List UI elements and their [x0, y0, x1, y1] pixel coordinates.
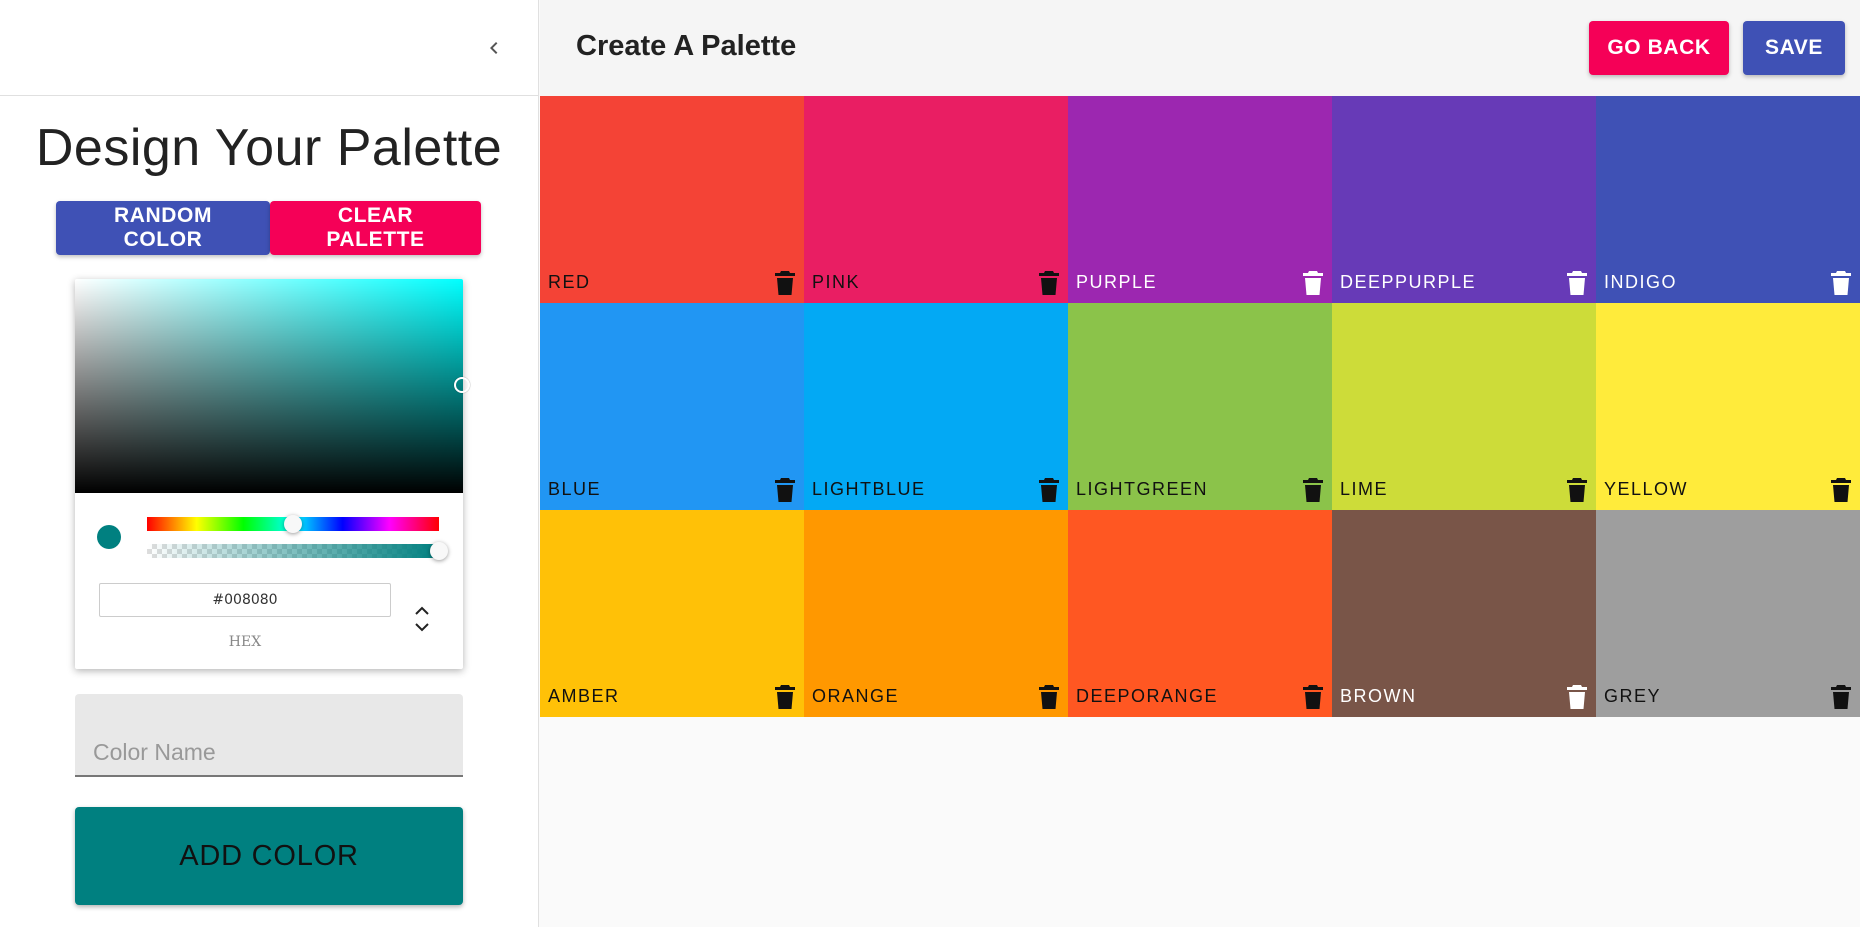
unfold-icon [415, 606, 429, 632]
clear-palette-button[interactable]: CLEAR PALETTE [270, 201, 481, 255]
delete-icon[interactable] [774, 477, 796, 503]
color-box[interactable]: deeporange [1068, 510, 1332, 717]
delete-icon[interactable] [1302, 270, 1324, 296]
delete-icon[interactable] [1038, 270, 1060, 296]
delete-icon[interactable] [1566, 477, 1588, 503]
color-box-name: brown [1340, 686, 1417, 706]
color-name-input[interactable] [75, 694, 463, 775]
current-color-swatch [97, 525, 121, 549]
delete-icon[interactable] [1038, 684, 1060, 710]
color-box[interactable]: blue [540, 303, 804, 510]
delete-icon[interactable] [1830, 270, 1852, 296]
color-box[interactable]: lightblue [804, 303, 1068, 510]
color-box[interactable]: purple [1068, 96, 1332, 303]
drawer-header [0, 0, 538, 96]
color-box-name: lightblue [812, 479, 926, 499]
color-box-name: yellow [1604, 479, 1689, 499]
delete-icon[interactable] [1830, 477, 1852, 503]
color-box[interactable]: pink [804, 96, 1068, 303]
delete-icon[interactable] [1038, 477, 1060, 503]
color-box-name: deeppurple [1340, 272, 1477, 292]
color-picker: HEX [75, 279, 470, 669]
color-box-name: orange [812, 686, 900, 706]
color-box-name: blue [548, 479, 602, 499]
app-bar: Create A Palette GO BACK SAVE [540, 0, 1860, 96]
alpha-slider[interactable] [147, 542, 448, 560]
color-box-name: lime [1340, 479, 1389, 499]
color-box[interactable]: red [540, 96, 804, 303]
chevron-left-icon [490, 42, 498, 54]
saturation-handle[interactable] [454, 377, 470, 393]
color-box[interactable]: deeppurple [1332, 96, 1596, 303]
color-box-name: purple [1076, 272, 1158, 292]
palette-grid: red pink purple deeppurple indigo blue lightbl… [540, 96, 1860, 718]
color-box[interactable]: brown [1332, 510, 1596, 717]
delete-icon[interactable] [1302, 477, 1324, 503]
color-box-name: lightgreen [1076, 479, 1209, 499]
hex-mode-label: HEX [228, 634, 262, 650]
delete-icon[interactable] [1302, 684, 1324, 710]
color-box-name: pink [812, 272, 861, 292]
color-box-name: red [548, 272, 591, 292]
color-box-name: deeporange [1076, 686, 1219, 706]
saturation-area[interactable] [75, 279, 470, 493]
color-box[interactable]: lime [1332, 303, 1596, 510]
add-color-button[interactable]: ADD COLOR [75, 807, 463, 905]
delete-icon[interactable] [1830, 684, 1852, 710]
color-box[interactable]: lightgreen [1068, 303, 1332, 510]
delete-icon[interactable] [774, 270, 796, 296]
color-box-name: grey [1604, 686, 1662, 706]
drawer-buttons: RANDOM COLOR CLEAR PALETTE [56, 201, 481, 255]
color-name-field[interactable] [75, 694, 463, 777]
hue-slider[interactable] [147, 515, 439, 533]
color-box[interactable]: grey [1596, 510, 1860, 717]
delete-icon[interactable] [774, 684, 796, 710]
color-box-name: indigo [1604, 272, 1678, 292]
go-back-button[interactable]: GO BACK [1589, 21, 1729, 75]
hue-slider-knob[interactable] [284, 515, 302, 533]
color-box-name: amber [548, 686, 620, 706]
delete-icon[interactable] [1566, 684, 1588, 710]
color-box[interactable]: orange [804, 510, 1068, 717]
color-box[interactable]: amber [540, 510, 804, 717]
hex-input[interactable] [99, 583, 391, 617]
save-button[interactable]: SAVE [1743, 21, 1845, 75]
mode-toggle-button[interactable] [410, 601, 434, 637]
alpha-slider-knob[interactable] [430, 542, 448, 560]
drawer: Design Your Palette RANDOM COLOR CLEAR P… [0, 0, 539, 927]
page-title: Create A Palette [576, 30, 797, 62]
random-color-button[interactable]: RANDOM COLOR [56, 201, 270, 255]
color-box[interactable]: indigo [1596, 96, 1860, 303]
delete-icon[interactable] [1566, 270, 1588, 296]
collapse-drawer-button[interactable] [472, 26, 516, 70]
color-box[interactable]: yellow [1596, 303, 1860, 510]
drawer-title: Design Your Palette [35, 119, 503, 177]
